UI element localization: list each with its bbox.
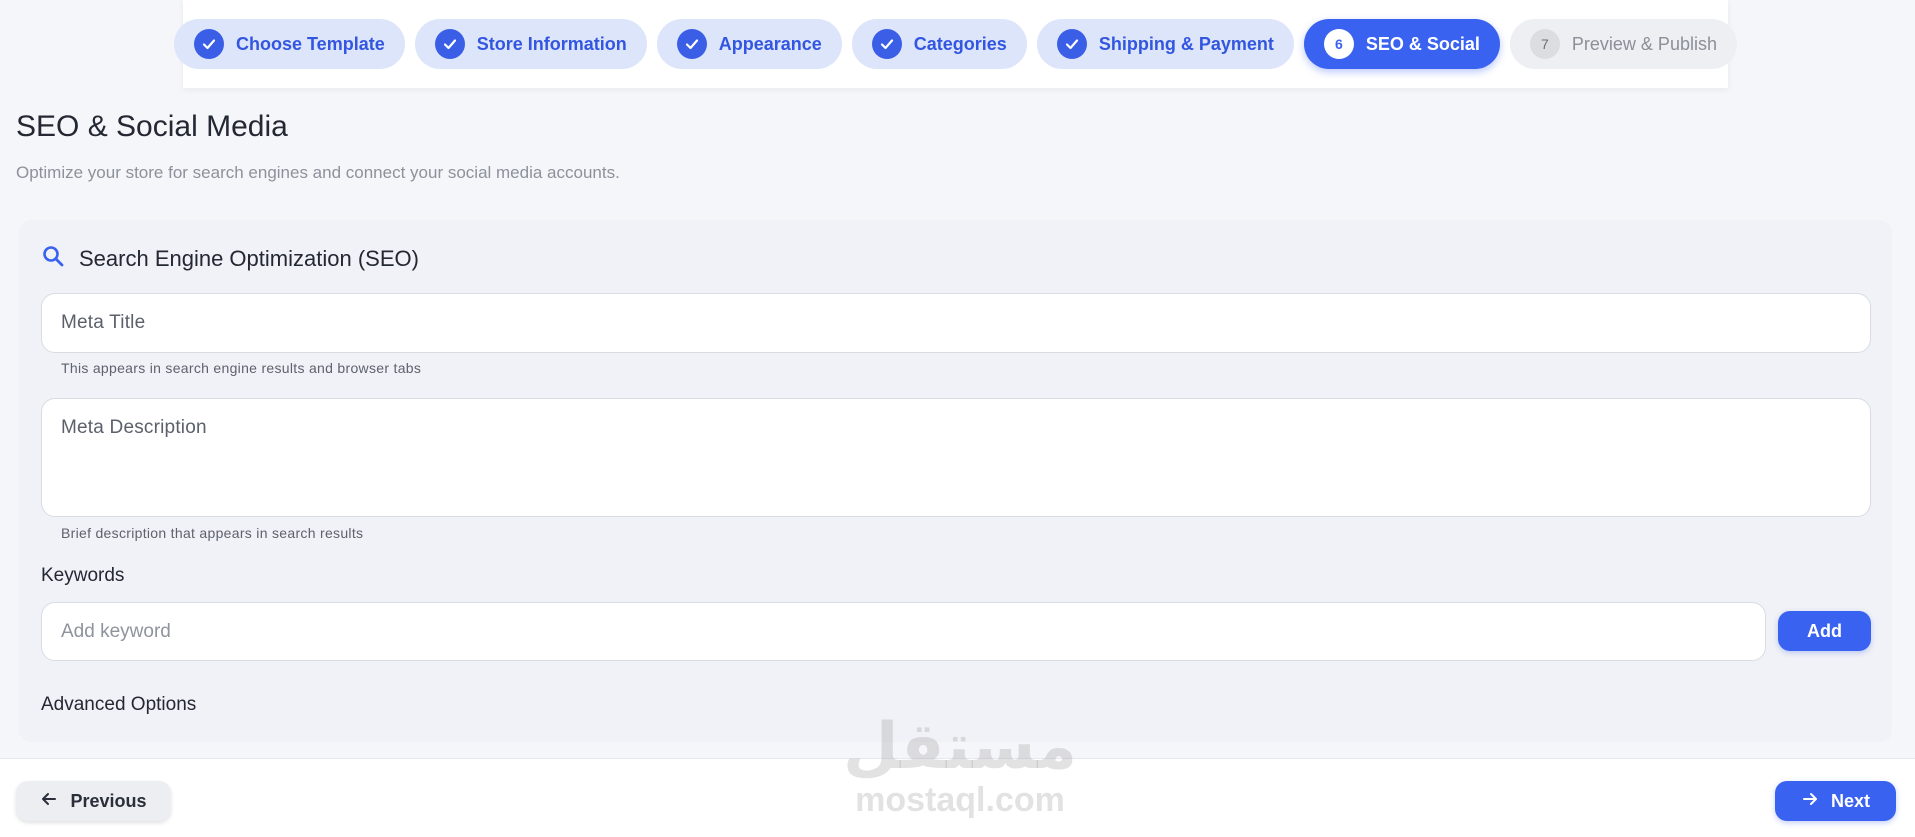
page-title: SEO & Social Media bbox=[16, 110, 288, 143]
step-label: Preview & Publish bbox=[1571, 33, 1717, 54]
keyword-input[interactable] bbox=[41, 602, 1766, 661]
step-choose-template[interactable]: Choose Template bbox=[174, 19, 405, 69]
next-label: Next bbox=[1830, 790, 1870, 811]
step-preview-publish[interactable]: 7 Preview & Publish bbox=[1509, 19, 1737, 69]
step-shipping-payment[interactable]: Shipping & Payment bbox=[1036, 19, 1294, 69]
step-appearance[interactable]: Appearance bbox=[656, 19, 842, 69]
meta-title-helper: This appears in search engine results an… bbox=[61, 360, 422, 376]
meta-description-label: Meta Description bbox=[61, 417, 207, 438]
wizard-footer: Previous Next bbox=[0, 758, 1915, 837]
arrow-right-icon bbox=[1801, 790, 1819, 813]
step-label: Shipping & Payment bbox=[1098, 33, 1274, 54]
search-icon bbox=[41, 244, 65, 273]
check-icon bbox=[871, 29, 902, 59]
previous-label: Previous bbox=[70, 790, 147, 811]
check-icon bbox=[194, 29, 225, 59]
check-icon bbox=[676, 29, 707, 59]
check-icon bbox=[1056, 29, 1087, 59]
step-store-information[interactable]: Store Information bbox=[414, 19, 647, 69]
step-label: SEO & Social bbox=[1365, 33, 1480, 54]
check-icon bbox=[434, 29, 465, 59]
wizard-stepper: Choose Template Store Information Appear… bbox=[174, 0, 1737, 88]
seo-section-title: Search Engine Optimization (SEO) bbox=[79, 245, 419, 271]
step-seo-social[interactable]: 6 SEO & Social bbox=[1303, 19, 1500, 69]
meta-description-helper: Brief description that appears in search… bbox=[61, 525, 364, 541]
previous-button[interactable]: Previous bbox=[16, 781, 171, 821]
step-number: 6 bbox=[1323, 29, 1354, 59]
keywords-label: Keywords bbox=[41, 565, 125, 586]
page-subtitle: Optimize your store for search engines a… bbox=[16, 163, 620, 182]
add-keyword-button[interactable]: Add bbox=[1778, 611, 1871, 651]
step-label: Appearance bbox=[718, 33, 822, 54]
meta-description-field[interactable]: Meta Description bbox=[41, 398, 1871, 517]
meta-title-label: Meta Title bbox=[61, 312, 146, 333]
step-label: Categories bbox=[913, 33, 1007, 54]
step-label: Store Information bbox=[476, 33, 627, 54]
next-button[interactable]: Next bbox=[1775, 781, 1896, 821]
seo-section-header: Search Engine Optimization (SEO) bbox=[41, 244, 419, 273]
advanced-options-toggle[interactable]: Advanced Options bbox=[41, 694, 196, 716]
seo-card: Search Engine Optimization (SEO) Meta Ti… bbox=[19, 220, 1892, 742]
step-label: Choose Template bbox=[236, 33, 385, 54]
arrow-left-icon bbox=[40, 790, 58, 813]
meta-title-field[interactable]: Meta Title bbox=[41, 293, 1871, 353]
step-number: 7 bbox=[1529, 29, 1560, 59]
step-categories[interactable]: Categories bbox=[851, 19, 1027, 69]
